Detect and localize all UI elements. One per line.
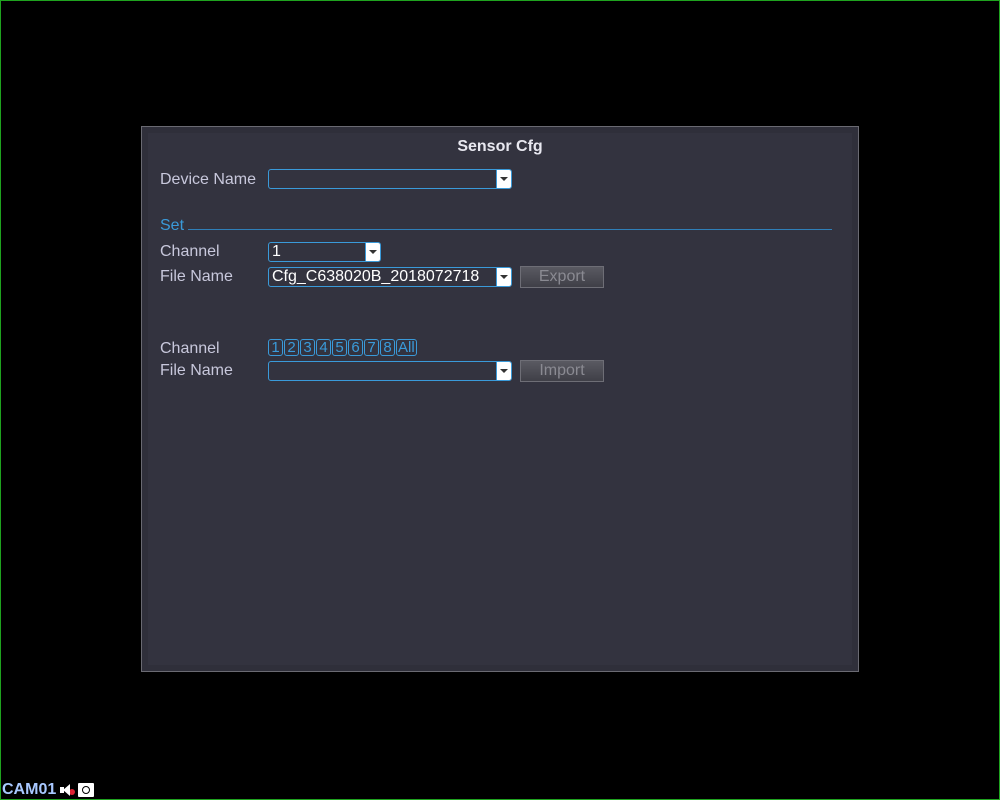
- set-section-label: Set: [160, 217, 185, 234]
- export-channel-value: 1: [272, 243, 281, 260]
- channel-checkbox-1[interactable]: 1: [268, 339, 283, 356]
- dialog-title: Sensor Cfg: [457, 138, 543, 155]
- device-name-select[interactable]: [268, 169, 512, 189]
- camera-status-bar: CAM01: [2, 781, 95, 799]
- channel-checkbox-3[interactable]: 3: [300, 339, 315, 356]
- import-file-name-label: File Name: [160, 362, 233, 379]
- channel-checkbox-6[interactable]: 6: [348, 339, 363, 356]
- import-channel-label: Channel: [160, 340, 220, 357]
- export-file-name-value: Cfg_C638020B_2018072718: [272, 268, 480, 285]
- channel-checkbox-8[interactable]: 8: [380, 339, 395, 356]
- export-file-name-select[interactable]: Cfg_C638020B_2018072718: [268, 267, 512, 287]
- device-name-label: Device Name: [160, 171, 257, 188]
- chevron-down-icon[interactable]: [365, 243, 380, 261]
- import-button[interactable]: Import: [520, 360, 604, 382]
- camera-name: CAM01: [2, 781, 57, 798]
- channel-checkbox-4[interactable]: 4: [316, 339, 331, 356]
- channel-checkbox-7[interactable]: 7: [364, 339, 379, 356]
- import-file-name-select[interactable]: [268, 361, 512, 381]
- export-file-name-label: File Name: [160, 268, 233, 285]
- chevron-down-icon[interactable]: [496, 268, 511, 286]
- channel-checkbox-5[interactable]: 5: [332, 339, 347, 356]
- chevron-down-icon[interactable]: [496, 362, 511, 380]
- sensor-cfg-dialog: Sensor Cfg Device Name Set Channel 1 Fil…: [141, 126, 859, 672]
- import-channel-checkboxes: 1 2 3 4 5 6 7 8 All: [268, 339, 417, 356]
- export-button[interactable]: Export: [520, 266, 604, 288]
- section-divider: [188, 229, 832, 230]
- dialog-body: Sensor Cfg Device Name Set Channel 1 Fil…: [148, 133, 852, 665]
- channel-checkbox-all[interactable]: All: [396, 339, 417, 356]
- export-channel-label: Channel: [160, 243, 220, 260]
- chevron-down-icon[interactable]: [496, 170, 511, 188]
- speaker-muted-icon: [59, 783, 76, 797]
- export-channel-select[interactable]: 1: [268, 242, 381, 262]
- camera-icon: [78, 783, 95, 797]
- channel-checkbox-2[interactable]: 2: [284, 339, 299, 356]
